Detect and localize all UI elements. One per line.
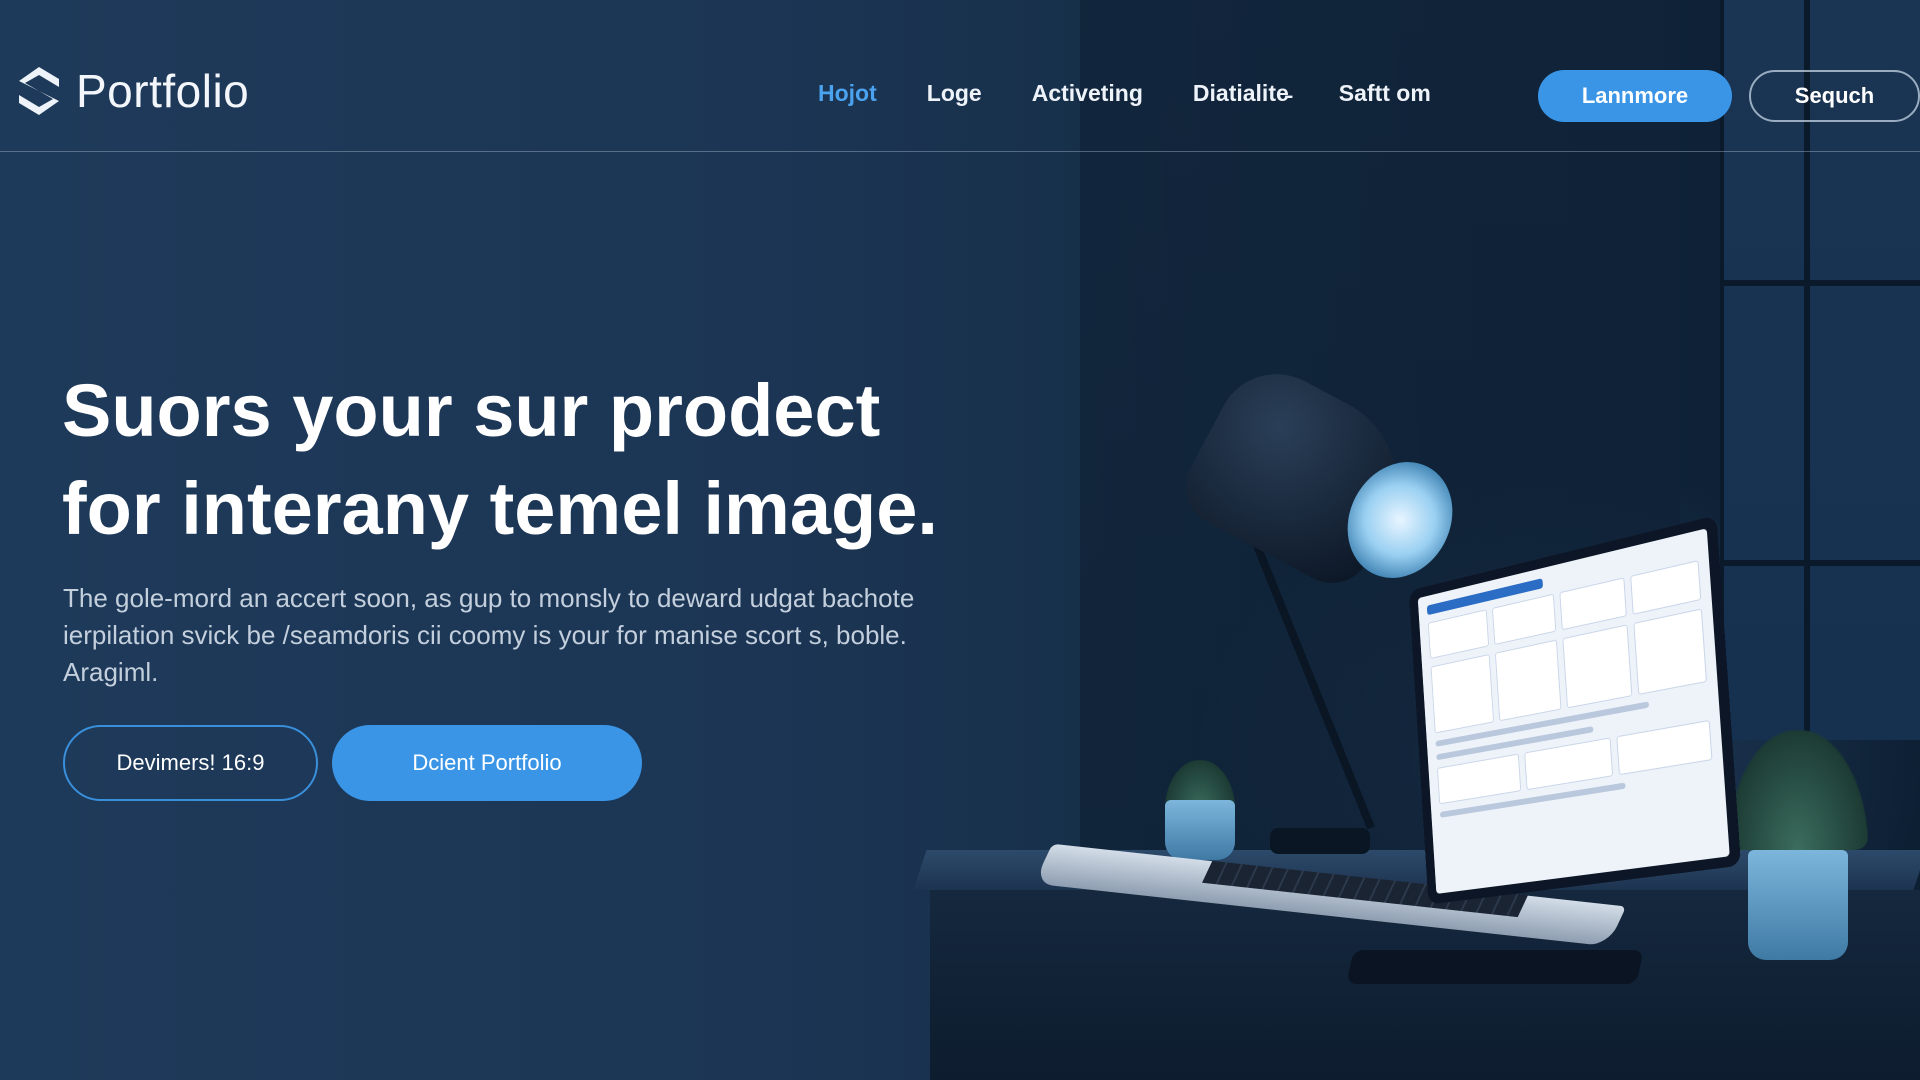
brand-name: Portfolio — [76, 65, 250, 117]
hero-title-line-1: Suors your sur prodect — [62, 369, 881, 452]
nav-link-hojot[interactable]: Hojot — [818, 80, 877, 107]
nav-links: Hojot Loge Activeting Diatialite̵ Saftt … — [818, 80, 1431, 107]
hero-title: Suors your sur prodect for interany teme… — [62, 362, 1062, 558]
laptop-display — [1417, 528, 1730, 894]
nav-link-diatialite[interactable]: Diatialite̵ — [1193, 80, 1289, 107]
hero-title-line-2: for interany temel image. — [62, 467, 938, 550]
large-plant-image — [1728, 730, 1868, 960]
nav-link-loge[interactable]: Loge — [927, 80, 982, 107]
nav-link-activeting[interactable]: Activeting — [1032, 80, 1143, 107]
learn-more-button[interactable]: Lannmore — [1538, 70, 1732, 122]
portfolio-cta-button[interactable]: Dcient Portfolio — [332, 725, 642, 801]
top-navigation: Portfolio Hojot Loge Activeting Diatiali… — [0, 0, 1920, 152]
nav-link-saftt-om[interactable]: Saftt om — [1339, 80, 1431, 107]
hero-cta-row: Devimers! 16:9 Dcient Portfolio — [63, 725, 642, 801]
small-plant-image — [1160, 760, 1240, 860]
search-button[interactable]: Sequch — [1749, 70, 1920, 122]
phone-image — [1346, 950, 1644, 984]
hero-subtitle: The gole-mord an accert soon, as gup to … — [63, 583, 915, 687]
secondary-cta-button[interactable]: Devimers! 16:9 — [63, 725, 318, 801]
portfolio-logo-icon — [14, 64, 64, 118]
brand-logo[interactable]: Portfolio — [14, 64, 249, 118]
lamp-base — [1270, 828, 1370, 854]
